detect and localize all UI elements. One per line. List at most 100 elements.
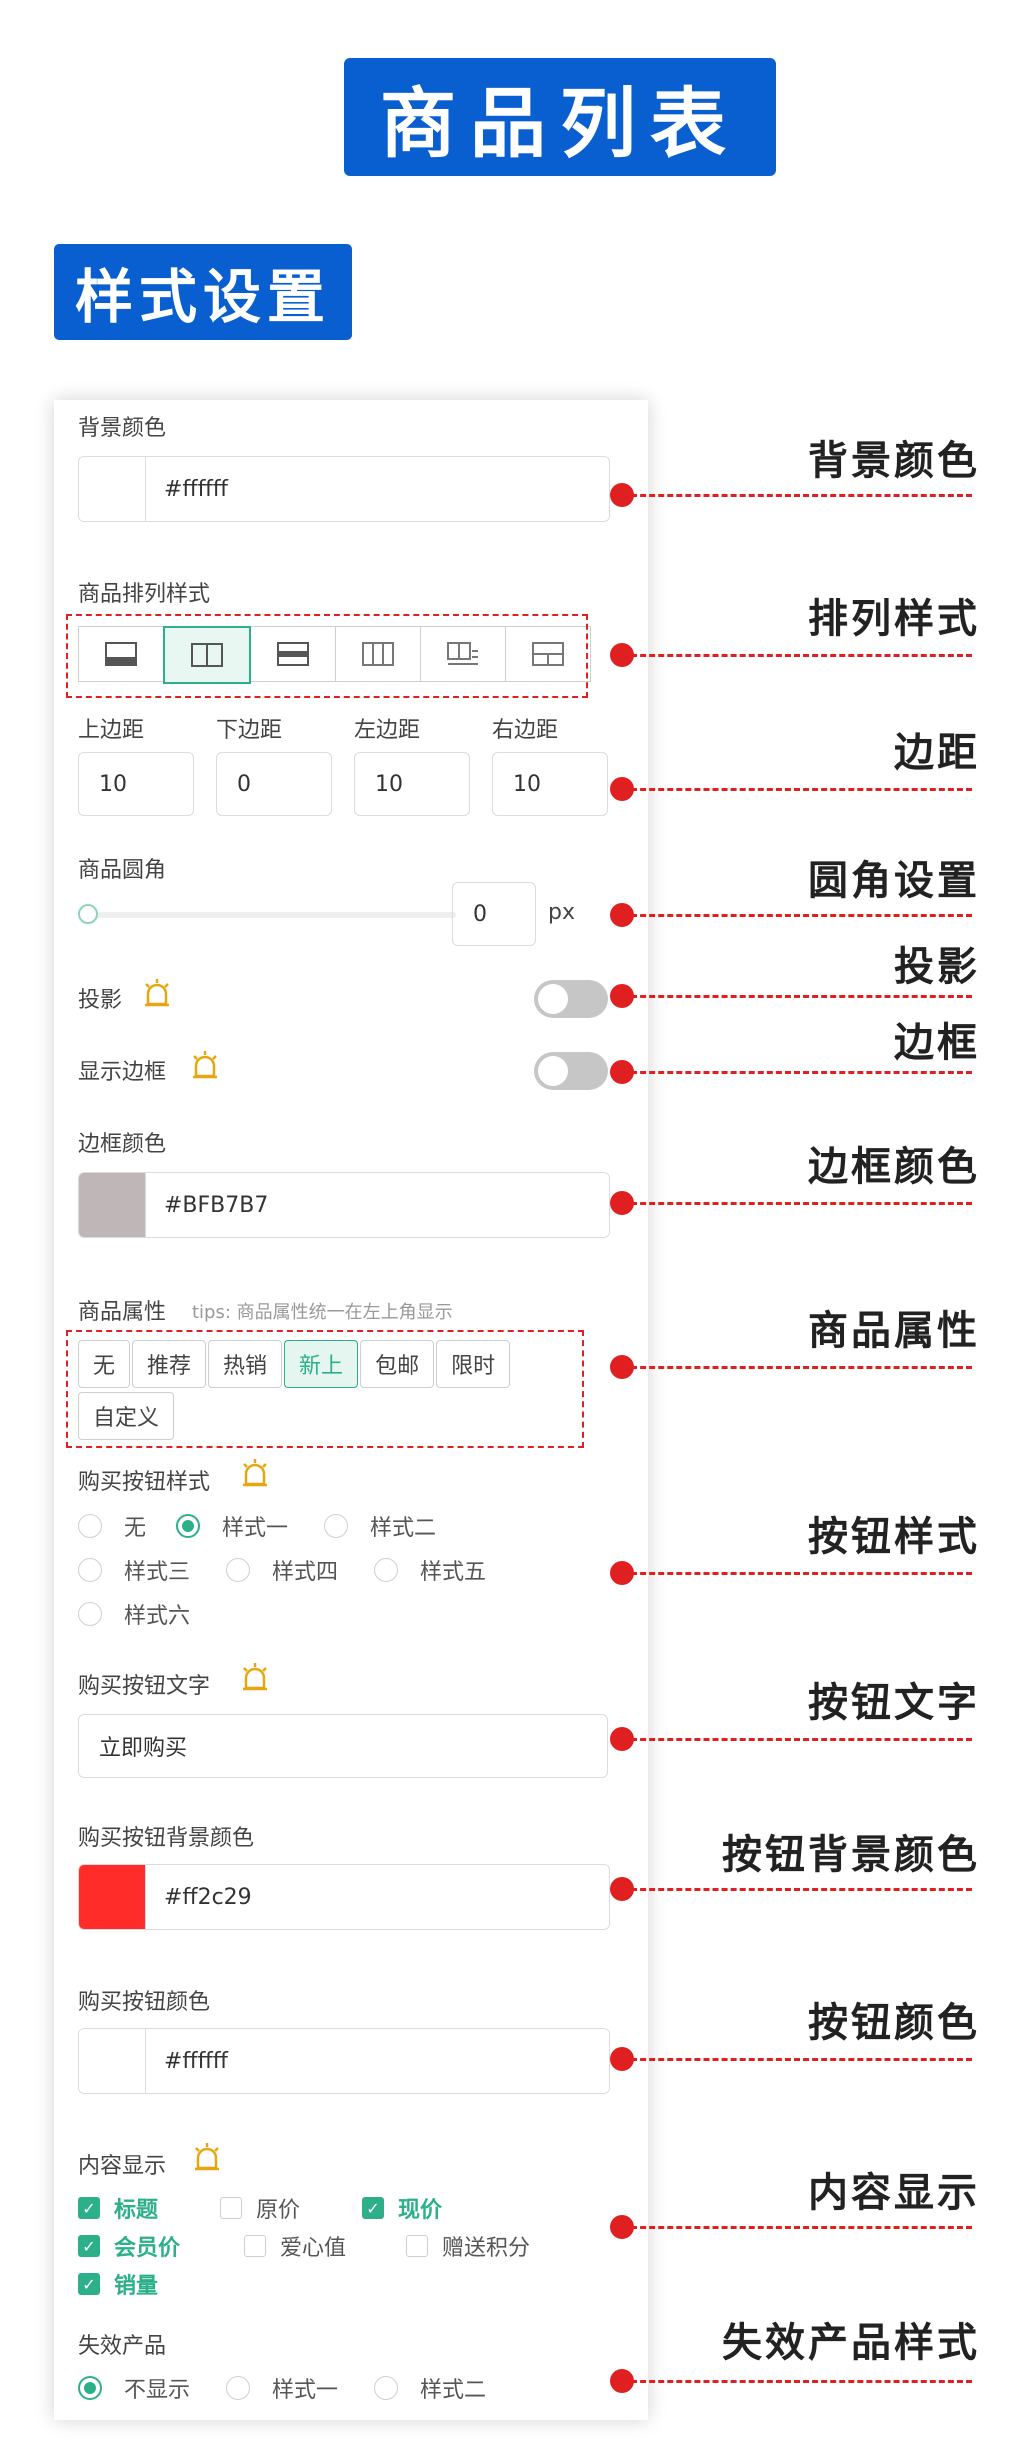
radio-circle[interactable] xyxy=(78,1602,102,1626)
buy-bg-color-field[interactable]: #ff2c29 xyxy=(78,1864,610,1930)
buy-bg-color-swatch[interactable] xyxy=(79,1865,146,1929)
content-checkbox-sales[interactable]: ✓ 销量 xyxy=(78,2268,158,2300)
border-color-swatch[interactable] xyxy=(79,1173,146,1237)
radius-input[interactable]: 0 xyxy=(452,882,536,946)
radio-label: 样式二 xyxy=(420,2378,487,2403)
radius-label: 商品圆角 xyxy=(78,858,167,883)
radio-circle[interactable] xyxy=(374,2376,398,2400)
buy-bg-color-value: #ff2c29 xyxy=(164,1884,252,1910)
margin-left-input[interactable]: 10 xyxy=(354,752,470,816)
bg-color-field[interactable]: #ffffff xyxy=(78,456,610,522)
annotation-leader xyxy=(610,2215,972,2239)
annotation-leader xyxy=(610,483,972,507)
annotation-leader xyxy=(610,2047,972,2071)
content-label: 内容显示 xyxy=(78,2154,167,2179)
attr-tips: tips: 商品属性统一在左上角显示 xyxy=(192,1302,453,1323)
annotation-leader xyxy=(610,1355,972,1379)
content-checkbox-original-price[interactable]: 原价 xyxy=(220,2192,300,2224)
annotation-margin: 边距 xyxy=(894,730,980,776)
border-label: 显示边框 xyxy=(78,1060,167,1085)
annotation-leader xyxy=(610,2369,972,2393)
radio-circle[interactable] xyxy=(226,1558,250,1582)
content-checkbox-title[interactable]: ✓ 标题 xyxy=(78,2192,158,2224)
content-checkbox-current-price[interactable]: ✓ 现价 xyxy=(362,2192,442,2224)
buy-style-2[interactable]: 样式二 xyxy=(324,1510,436,1542)
radio-label: 样式四 xyxy=(272,1560,339,1585)
checkbox-box[interactable]: ✓ xyxy=(78,2235,100,2257)
page-title: 商品列表 xyxy=(344,58,776,176)
radio-label: 样式三 xyxy=(124,1560,191,1585)
annotation-invalid: 失效产品样式 xyxy=(722,2320,980,2366)
shadow-toggle[interactable] xyxy=(534,980,608,1018)
annotation-leader xyxy=(610,1191,972,1215)
checkbox-box[interactable]: ✓ xyxy=(78,2273,100,2295)
border-color-field[interactable]: #BFB7B7 xyxy=(78,1172,610,1238)
annotation-layout: 排列样式 xyxy=(808,596,980,642)
buy-color-swatch[interactable] xyxy=(79,2029,146,2093)
radio-circle-selected[interactable] xyxy=(176,1514,200,1538)
buy-style-5[interactable]: 样式五 xyxy=(374,1554,486,1586)
radio-label: 样式一 xyxy=(272,2378,339,2403)
margin-bottom-label: 下边距 xyxy=(216,718,283,743)
bg-color-swatch[interactable] xyxy=(79,457,146,521)
checkbox-box[interactable]: ✓ xyxy=(362,2197,384,2219)
buy-text-input[interactable]: 立即购买 xyxy=(78,1714,608,1778)
checkbox-box[interactable] xyxy=(220,2197,242,2219)
layout-option-2[interactable] xyxy=(163,626,251,684)
buy-color-value: #ffffff xyxy=(164,2048,228,2074)
buy-style-6[interactable]: 样式六 xyxy=(78,1598,190,1630)
radio-circle[interactable] xyxy=(324,1514,348,1538)
settings-panel: 背景颜色 #ffffff 商品排列样式 上边距 下边距 左边距 右边距 10 0… xyxy=(54,400,648,2420)
border-color-label: 边框颜色 xyxy=(78,1132,167,1157)
annotation-attr: 商品属性 xyxy=(808,1308,980,1354)
radio-circle[interactable] xyxy=(374,1558,398,1582)
radio-circle-selected[interactable] xyxy=(78,2376,102,2400)
attr-label: 商品属性 xyxy=(78,1300,167,1325)
checkbox-box[interactable]: ✓ xyxy=(78,2197,100,2219)
checkbox-box[interactable] xyxy=(406,2235,428,2257)
annotation-buy-style: 按钮样式 xyxy=(808,1514,980,1560)
radio-circle[interactable] xyxy=(78,1558,102,1582)
buy-style-4[interactable]: 样式四 xyxy=(226,1554,338,1586)
radio-circle[interactable] xyxy=(226,2376,250,2400)
buy-style-3[interactable]: 样式三 xyxy=(78,1554,190,1586)
checkbox-label: 爱心值 xyxy=(280,2236,347,2261)
content-checkbox-bonus-points[interactable]: 赠送积分 xyxy=(406,2230,530,2262)
margin-bottom-input[interactable]: 0 xyxy=(216,752,332,816)
buy-style-none[interactable]: 无 xyxy=(78,1510,146,1542)
checkbox-label: 原价 xyxy=(256,2198,301,2223)
invalid-style-2[interactable]: 样式二 xyxy=(374,2372,486,2404)
checkbox-box[interactable] xyxy=(244,2235,266,2257)
buy-style-1[interactable]: 样式一 xyxy=(176,1510,288,1542)
content-checkbox-love-value[interactable]: 爱心值 xyxy=(244,2230,346,2262)
margin-right-label: 右边距 xyxy=(492,718,559,743)
margin-top-label: 上边距 xyxy=(78,718,145,743)
checkbox-label: 销量 xyxy=(114,2274,159,2299)
radio-label: 样式五 xyxy=(420,1560,487,1585)
shadow-label: 投影 xyxy=(78,988,123,1013)
margin-left-label: 左边距 xyxy=(354,718,421,743)
margin-top-input[interactable]: 10 xyxy=(78,752,194,816)
radio-circle[interactable] xyxy=(78,1514,102,1538)
buy-color-label: 购买按钮颜色 xyxy=(78,1990,211,2015)
annotation-leader xyxy=(610,903,972,927)
bg-color-label: 背景颜色 xyxy=(78,416,167,441)
annotation-buy-text: 按钮文字 xyxy=(808,1680,980,1726)
border-toggle[interactable] xyxy=(534,1052,608,1090)
annotation-leader xyxy=(610,984,972,1008)
radius-unit: px xyxy=(548,900,575,925)
annotation-shadow: 投影 xyxy=(894,944,980,990)
invalid-style-1[interactable]: 样式一 xyxy=(226,2372,338,2404)
annotation-border: 边框 xyxy=(894,1020,980,1066)
margin-right-input[interactable]: 10 xyxy=(492,752,608,816)
buy-bg-label: 购买按钮背景颜色 xyxy=(78,1826,255,1851)
content-checkbox-member-price[interactable]: ✓ 会员价 xyxy=(78,2230,180,2262)
radius-slider-handle[interactable] xyxy=(78,904,98,924)
attr-highlight xyxy=(66,1330,584,1448)
invalid-hide[interactable]: 不显示 xyxy=(78,2372,190,2404)
radio-label: 无 xyxy=(124,1516,147,1541)
section-title: 样式设置 xyxy=(54,244,352,340)
buy-color-field[interactable]: #ffffff xyxy=(78,2028,610,2094)
alarm-icon xyxy=(145,979,169,1007)
radius-slider-track[interactable] xyxy=(86,912,456,918)
